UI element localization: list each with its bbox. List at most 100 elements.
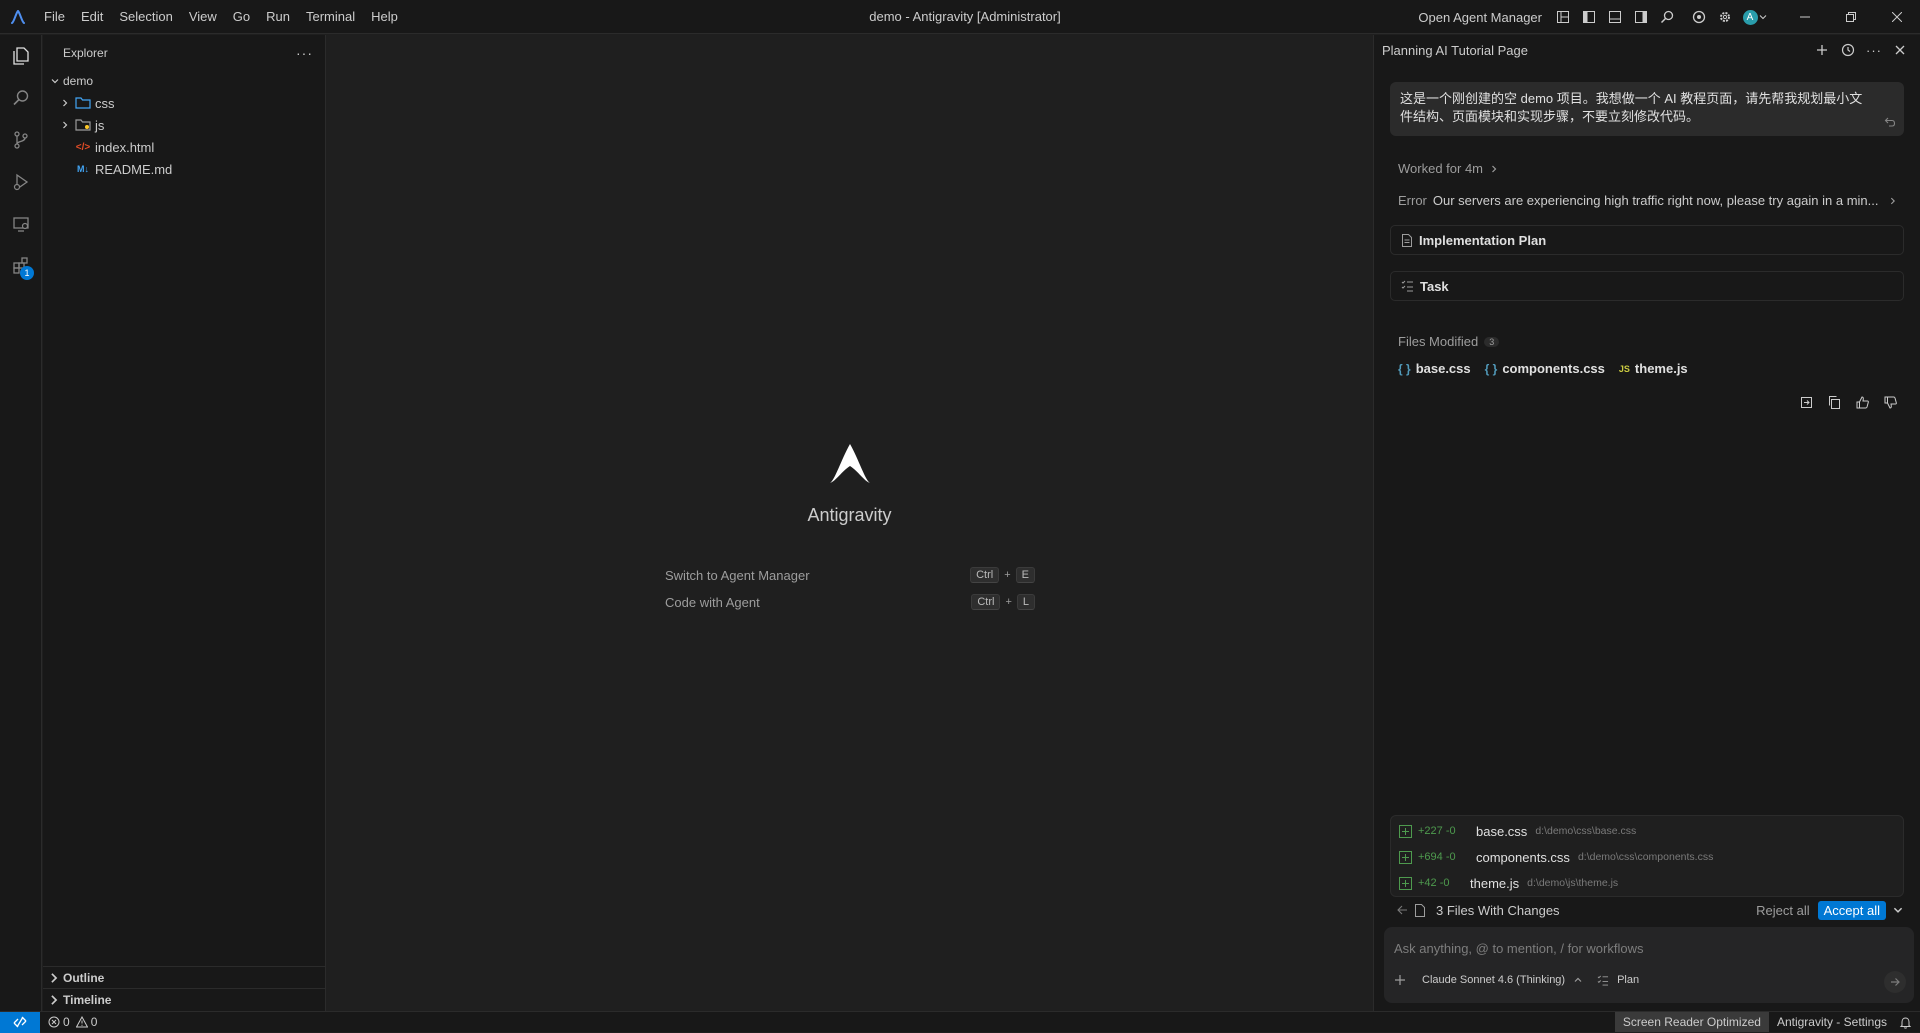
run-debug-icon[interactable]	[0, 161, 42, 203]
agent-title: Planning AI Tutorial Page	[1382, 42, 1528, 58]
browser-icon[interactable]	[1686, 4, 1712, 30]
menu-run[interactable]: Run	[258, 0, 298, 34]
shortcut-code-with-agent[interactable]: Code with Agent Ctrl + L	[665, 591, 1035, 613]
thumbs-down-icon[interactable]	[1880, 392, 1900, 412]
arrow-left-icon[interactable]	[1396, 904, 1408, 916]
add-context-icon[interactable]	[1394, 974, 1406, 986]
chevron-down-icon[interactable]	[1892, 904, 1904, 916]
chevron-down-icon	[47, 76, 63, 86]
changed-file-row[interactable]: +694 -0 components.css d:\demo\css\compo…	[1391, 844, 1903, 870]
new-chat-icon[interactable]	[1812, 40, 1832, 60]
implementation-plan-card[interactable]: Implementation Plan	[1390, 225, 1904, 255]
tree-item-label: css	[95, 95, 115, 111]
more-options-icon[interactable]: ···	[1864, 40, 1884, 60]
file-added-icon	[1399, 850, 1412, 864]
error-row[interactable]: Error Our servers are experiencing high …	[1398, 193, 1898, 208]
outline-label: Outline	[63, 970, 105, 985]
changed-file-name: components.css	[1476, 849, 1570, 865]
problems-indicator[interactable]: 0 0	[48, 1015, 97, 1029]
tree-root-demo[interactable]: demo	[43, 70, 325, 92]
changed-file-path: d:\demo\css\components.css	[1577, 851, 1714, 863]
restore-button[interactable]	[1828, 0, 1874, 34]
settings-status[interactable]: Antigravity - Settings	[1769, 1015, 1895, 1029]
tree-item-js[interactable]: js	[43, 114, 325, 136]
changed-file-row[interactable]: +227 -0 base.css d:\demo\css\base.css	[1391, 818, 1903, 844]
chevron-down-icon	[1759, 15, 1766, 20]
thumbs-up-icon[interactable]	[1852, 392, 1872, 412]
tree-item-readme[interactable]: M↓ README.md	[43, 158, 325, 180]
search-icon[interactable]	[1654, 4, 1680, 30]
remote-icon	[13, 1016, 27, 1028]
history-icon[interactable]	[1838, 40, 1858, 60]
key-l: L	[1016, 594, 1035, 610]
changed-file-name: theme.js	[1470, 875, 1520, 891]
menu-file[interactable]: File	[36, 0, 73, 34]
menu-selection[interactable]: Selection	[111, 0, 180, 34]
tree-item-index-html[interactable]: </> index.html	[43, 136, 325, 158]
activity-bar: 1	[0, 35, 42, 1011]
timeline-section[interactable]: Timeline	[43, 988, 326, 1010]
screen-reader-status[interactable]: Screen Reader Optimized	[1614, 1012, 1769, 1032]
chevron-up-icon[interactable]	[1573, 975, 1583, 985]
minimize-button[interactable]	[1782, 0, 1828, 34]
chat-input-box[interactable]: Ask anything, @ to mention, / for workfl…	[1384, 927, 1914, 1003]
chevron-right-icon	[57, 98, 73, 108]
account-avatar[interactable]: A	[1738, 4, 1772, 30]
reject-all-button[interactable]: Reject all	[1756, 903, 1809, 918]
menu-go[interactable]: Go	[225, 0, 258, 34]
modified-file-name: theme.js	[1634, 361, 1688, 376]
undo-icon[interactable]	[1884, 116, 1896, 128]
toggle-panel-icon[interactable]	[1602, 4, 1628, 30]
send-button[interactable]	[1884, 971, 1906, 993]
antigravity-logo-icon	[827, 440, 873, 486]
source-control-icon[interactable]	[0, 119, 42, 161]
modified-file-chip[interactable]: { } base.css	[1398, 361, 1471, 376]
close-icon[interactable]	[1890, 40, 1910, 60]
modified-file-chip[interactable]: { } components.css	[1485, 361, 1605, 376]
tree-item-label: README.md	[95, 161, 173, 177]
tree-item-label: index.html	[95, 139, 155, 155]
remote-explorer-icon[interactable]	[0, 203, 42, 245]
toggle-secondary-sidebar-icon[interactable]	[1628, 4, 1654, 30]
insert-icon[interactable]	[1796, 392, 1816, 412]
search-icon[interactable]	[0, 77, 42, 119]
task-card[interactable]: Task	[1390, 271, 1904, 301]
explorer-sidebar: Explorer ··· demo css js </> index.html …	[43, 35, 326, 1011]
outline-section[interactable]: Outline	[43, 966, 326, 988]
agent-header: Planning AI Tutorial Page ···	[1374, 35, 1920, 65]
menu-terminal[interactable]: Terminal	[298, 0, 363, 34]
toggle-primary-sidebar-icon[interactable]	[1576, 4, 1602, 30]
chat-input-toolbar: Claude Sonnet 4.6 (Thinking) Plan	[1394, 974, 1639, 986]
files-modified-label: Files Modified	[1398, 334, 1479, 349]
changed-file-row[interactable]: +42 -0 theme.js d:\demo\js\theme.js	[1391, 870, 1903, 896]
file-icon	[1415, 903, 1425, 917]
shortcut-keys: Ctrl + E	[970, 567, 1035, 583]
chat-input-placeholder[interactable]: Ask anything, @ to mention, / for workfl…	[1394, 941, 1643, 956]
changes-summary[interactable]: 3 Files With Changes	[1436, 903, 1560, 918]
extensions-icon[interactable]: 1	[0, 245, 42, 287]
open-agent-manager-button[interactable]: Open Agent Manager	[1418, 10, 1542, 25]
menu-view[interactable]: View	[181, 0, 225, 34]
modified-file-chip[interactable]: JS theme.js	[1619, 361, 1688, 376]
close-window-button[interactable]	[1874, 0, 1920, 34]
tree-item-css[interactable]: css	[43, 92, 325, 114]
explorer-icon[interactable]	[0, 35, 42, 77]
remote-indicator[interactable]	[0, 1011, 40, 1033]
settings-gear-icon[interactable]	[1712, 4, 1738, 30]
customize-layout-icon[interactable]	[1550, 4, 1576, 30]
tree-root-label: demo	[63, 74, 94, 88]
files-modified-list: { } base.css { } components.css JS theme…	[1398, 361, 1702, 376]
accept-all-button[interactable]: Accept all	[1817, 900, 1886, 920]
menu-help[interactable]: Help	[363, 0, 406, 34]
menu-edit[interactable]: Edit	[73, 0, 111, 34]
model-selector[interactable]: Claude Sonnet 4.6 (Thinking)	[1422, 974, 1565, 986]
mode-selector[interactable]: Plan	[1617, 974, 1639, 986]
more-actions-icon[interactable]: ···	[296, 45, 313, 61]
chevron-right-icon	[57, 120, 73, 130]
shortcut-agent-manager[interactable]: Switch to Agent Manager Ctrl + E	[665, 564, 1035, 586]
notifications-bell-icon[interactable]	[1895, 1016, 1920, 1029]
worked-for-row[interactable]: Worked for 4m	[1398, 161, 1499, 176]
changed-file-name: base.css	[1476, 823, 1528, 839]
copy-icon[interactable]	[1824, 392, 1844, 412]
error-label: Error	[1398, 193, 1427, 208]
